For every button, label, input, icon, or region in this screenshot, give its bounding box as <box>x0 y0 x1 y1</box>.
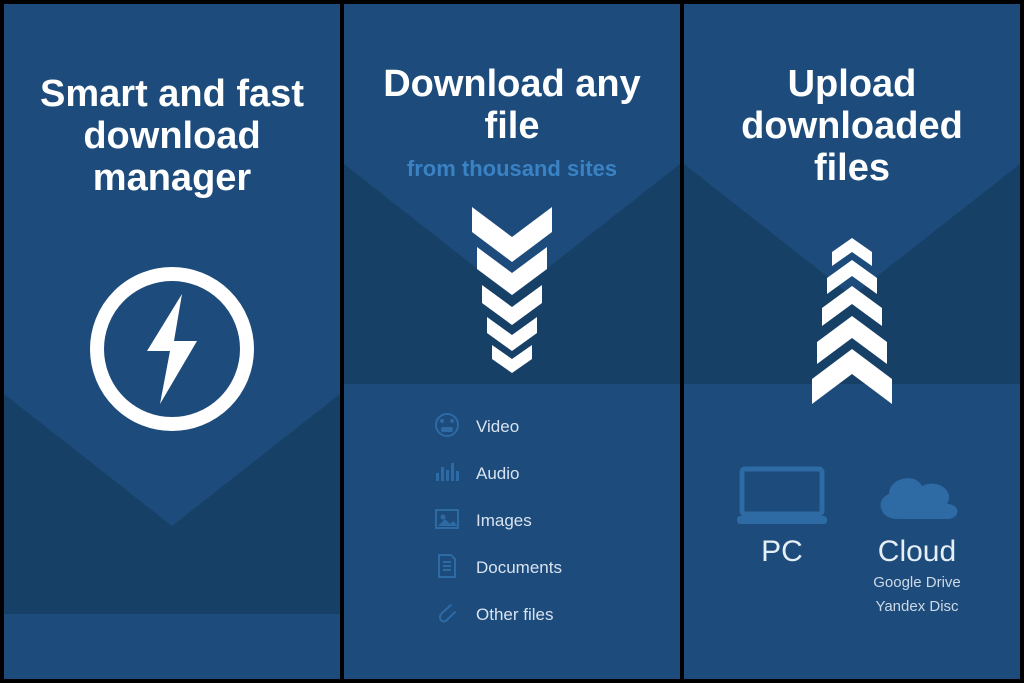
list-item-images: Images <box>434 506 660 537</box>
cloud-sub2: Yandex Disc <box>867 597 967 617</box>
upload-targets: PC Cloud Google Drive Yandex Disc <box>704 459 1000 616</box>
panel-smart-fast: Smart and fast download manager <box>4 4 340 679</box>
panel1-heading: Smart and fast download manager <box>24 74 320 199</box>
cloud-sub1: Google Drive <box>867 573 967 593</box>
panel-upload: Upload downloaded files <box>684 4 1020 679</box>
panel-download-any: Download any file from thousand sites Vi… <box>344 4 680 679</box>
list-label: Images <box>476 511 532 531</box>
file-type-list: Video Audio Images Documents <box>364 412 660 631</box>
target-cloud-label: Cloud <box>867 535 967 569</box>
list-label: Documents <box>476 558 562 578</box>
panel3-heading: Upload downloaded files <box>704 64 1000 189</box>
list-label: Audio <box>476 464 519 484</box>
download-arrow-icon <box>364 207 660 382</box>
upload-arrow-icon <box>704 234 1000 409</box>
target-cloud: Cloud Google Drive Yandex Disc <box>867 459 967 616</box>
attachment-icon <box>434 600 460 631</box>
cloud-icon <box>867 459 967 529</box>
audio-icon <box>434 459 460 490</box>
list-item-video: Video <box>434 412 660 443</box>
list-item-documents: Documents <box>434 553 660 584</box>
documents-icon <box>434 553 460 584</box>
video-icon <box>434 412 460 443</box>
list-label: Other files <box>476 605 553 625</box>
pc-icon <box>737 459 827 529</box>
list-label: Video <box>476 417 519 437</box>
images-icon <box>434 506 460 537</box>
panel2-sub: from thousand sites <box>364 156 660 182</box>
panel2-heading: Download any file <box>364 64 660 148</box>
feature-panels: Smart and fast download manager Download… <box>0 0 1024 683</box>
list-item-audio: Audio <box>434 459 660 490</box>
target-pc-label: PC <box>737 535 827 569</box>
bolt-icon <box>24 259 320 444</box>
target-pc: PC <box>737 459 827 569</box>
list-item-other: Other files <box>434 600 660 631</box>
